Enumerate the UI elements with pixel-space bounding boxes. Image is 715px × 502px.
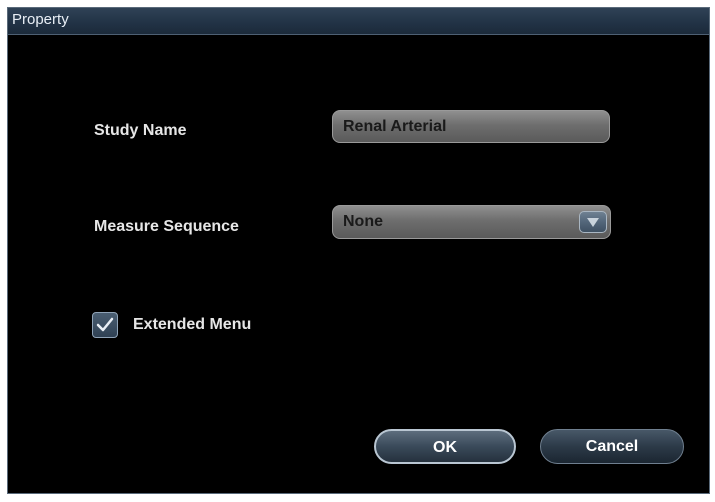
ok-button[interactable]: OK	[374, 429, 516, 464]
measure-sequence-label: Measure Sequence	[94, 218, 239, 235]
dropdown-button[interactable]	[579, 211, 607, 233]
triangle-down-icon	[587, 218, 599, 227]
property-dialog: Property Study Name Measure Sequence Non…	[7, 7, 710, 494]
checkmark-icon	[96, 317, 114, 332]
measure-sequence-select[interactable]: None	[332, 205, 611, 239]
measure-sequence-value: None	[343, 213, 383, 230]
study-name-label: Study Name	[94, 122, 187, 139]
dialog-title: Property	[12, 11, 69, 28]
study-name-input[interactable]	[332, 110, 610, 143]
title-bar[interactable]: Property	[8, 8, 709, 35]
extended-menu-checkbox[interactable]	[92, 312, 118, 338]
cancel-button[interactable]: Cancel	[540, 429, 684, 464]
extended-menu-label: Extended Menu	[133, 316, 252, 333]
